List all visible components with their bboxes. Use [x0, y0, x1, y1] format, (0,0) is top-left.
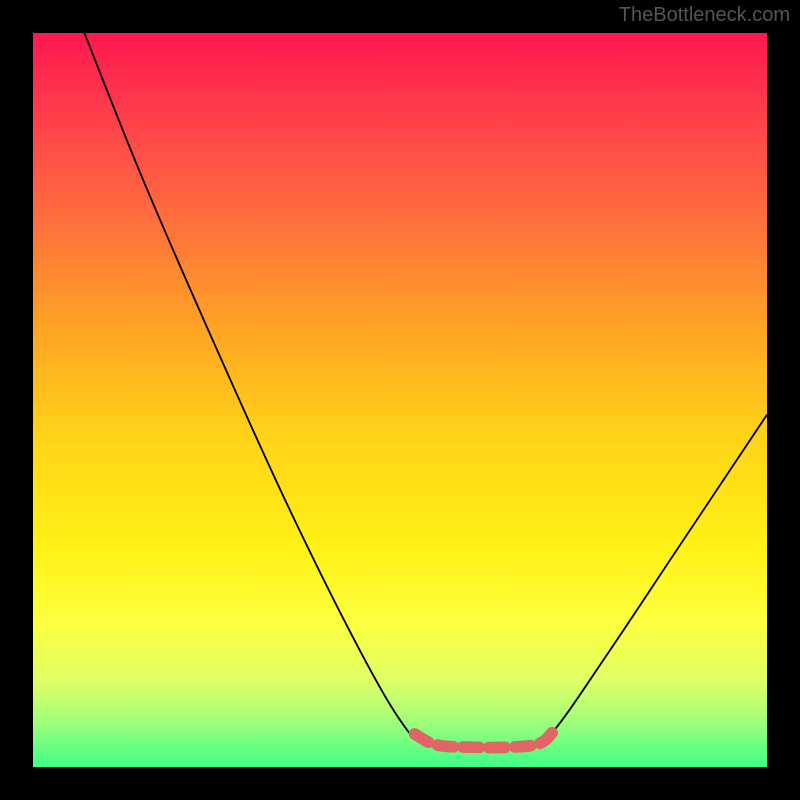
plot-area [33, 33, 767, 767]
attribution-text: TheBottleneck.com [619, 4, 790, 27]
bottom-marker [415, 730, 554, 747]
main-curve [84, 33, 767, 749]
chart-svg [33, 33, 767, 767]
